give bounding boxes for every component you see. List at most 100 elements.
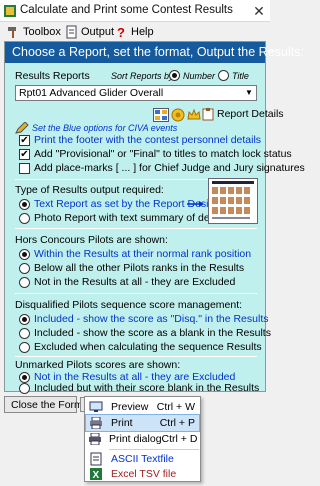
crown-icon[interactable] (187, 108, 201, 122)
option-add-placemarks[interactable]: Add place-marks [ ... ] for Chief Judge … (19, 162, 305, 174)
clipboard-icon (202, 108, 214, 121)
excel-icon: X (88, 467, 104, 481)
menu-item-ascii[interactable]: ASCII Textfile (86, 451, 199, 467)
radio-dot (19, 327, 30, 339)
output-type-label: Type of Results output required: (15, 184, 164, 196)
question-icon: ? (117, 25, 125, 39)
menu-item-print-dialog[interactable]: Print dialog Ctrl + D (86, 431, 199, 447)
app-icon (4, 5, 16, 17)
radio-dot (19, 313, 30, 325)
hors-concours-opt1-label: Within the Results at their normal rank … (34, 248, 252, 260)
hors-concours-label: Hors Concours Pilots are shown: (15, 234, 168, 246)
report-select-value: Rpt01 Advanced Glider Overall (19, 87, 164, 99)
output-popup-menu: Preview Ctrl + W Print Ctrl + P Print di… (84, 396, 201, 482)
output-photo-report[interactable]: Photo Report with text summary of detail… (19, 212, 228, 224)
radio-dot (218, 70, 229, 81)
main-panel: Choose a Report, set the format, Output … (4, 41, 305, 394)
hors-concours-opt2-label: Below all the other Pilots ranks in the … (34, 262, 245, 274)
hors-concours-opt2[interactable]: Below all the other Pilots ranks in the … (19, 262, 244, 274)
hors-concours-opt3-label: Not in the Results at all - they are Exc… (34, 276, 236, 288)
menu-item-excel[interactable]: X Excel TSV file (86, 466, 199, 482)
radio-dot (19, 212, 30, 224)
menu-item-excel-label: Excel TSV file (111, 468, 177, 480)
option-add-provisional-label: Add "Provisional" or "Final" to titles t… (34, 148, 292, 160)
pencil-icon (15, 122, 29, 134)
sort-title-label: Title (232, 70, 249, 81)
disqualified-opt1-label: Included - show the score as "Disq." in … (34, 313, 269, 325)
unmarked-opt2-label: Included but with their score blank in t… (34, 382, 260, 394)
report-details-button[interactable]: Report Details (201, 107, 284, 121)
text-file-icon (88, 452, 104, 466)
option-print-footer-label: Print the footer with the contest person… (34, 134, 262, 146)
divider (15, 356, 257, 357)
radio-dot (19, 276, 30, 288)
disqualified-opt1[interactable]: Included - show the score as "Disq." in … (19, 313, 268, 325)
menu-toolbox[interactable]: Toolbox (6, 23, 61, 40)
radio-dot (19, 262, 30, 274)
checkbox-checked: ✔ (19, 134, 30, 146)
menu-bar: Toolbox Output ? Help (0, 22, 270, 41)
menu-help[interactable]: ? Help (114, 23, 154, 40)
chevron-down-icon: ▼ (245, 88, 253, 97)
checkbox-unchecked (19, 162, 30, 174)
option-add-provisional[interactable]: ✔ Add "Provisional" or "Final" to titles… (19, 148, 292, 160)
radio-dot (169, 70, 180, 81)
results-reports-label: Results Reports (15, 70, 90, 82)
menu-toolbox-label: Toolbox (23, 25, 61, 38)
report-select[interactable]: Rpt01 Advanced Glider Overall ▼ (15, 85, 257, 101)
disqualified-label: Disqualified Pilots sequence score manag… (15, 299, 243, 311)
divider (15, 293, 257, 294)
disqualified-opt3[interactable]: Excluded when calculating the sequence R… (19, 341, 262, 353)
menu-item-print-shortcut: Ctrl + P (159, 417, 195, 429)
menu-separator (109, 449, 199, 450)
menu-help-label: Help (131, 25, 154, 38)
printer-dialog-icon (88, 432, 102, 446)
disqualified-opt2[interactable]: Included - show the score as a blank in … (19, 327, 271, 339)
hors-concours-opt3[interactable]: Not in the Results at all - they are Exc… (19, 276, 235, 288)
close-form-label: Close the Form (11, 398, 83, 411)
sort-number-label: Number (183, 70, 216, 81)
unmarked-label: Unmarked Pilots scores are shown: (15, 359, 181, 371)
svg-text:?: ? (117, 25, 125, 39)
menu-item-preview-label: Preview (111, 401, 149, 413)
radio-dot (19, 248, 30, 260)
sort-number-radio[interactable]: Number (169, 70, 215, 81)
menu-item-preview-shortcut: Ctrl + W (156, 401, 195, 413)
printer-icon (88, 416, 104, 430)
close-form-button[interactable]: Close the Form (4, 396, 83, 413)
hammer-icon (8, 26, 16, 38)
divider (15, 228, 257, 229)
menu-item-print-label: Print (111, 417, 133, 429)
document-icon (66, 25, 77, 38)
panel-header: Choose a Report, set the format, Output … (5, 42, 304, 63)
grid-icon[interactable] (153, 108, 169, 122)
radio-dot (19, 341, 30, 353)
radio-dot (19, 198, 30, 210)
close-window-button[interactable]: ✕ (248, 0, 270, 22)
output-photo-report-label: Photo Report with text summary of detail… (34, 212, 229, 224)
radio-dot (19, 382, 30, 394)
radio-dot (19, 371, 30, 383)
menu-item-preview[interactable]: Preview Ctrl + W (86, 399, 199, 415)
menu-item-print-dialog-shortcut: Ctrl + D (161, 433, 198, 445)
menu-output[interactable]: Output (64, 23, 114, 40)
svg-text:X: X (93, 470, 100, 481)
sort-title-radio[interactable]: Title (218, 70, 249, 81)
unmarked-opt2[interactable]: Included but with their score blank in t… (19, 382, 259, 394)
option-print-footer[interactable]: ✔ Print the footer with the contest pers… (19, 134, 261, 146)
award-icon[interactable] (171, 108, 185, 122)
arrow-right-icon (187, 201, 204, 207)
title-bar: Calculate and Print some Contest Results… (0, 0, 270, 22)
report-preview-image (208, 178, 258, 224)
disqualified-opt3-label: Excluded when calculating the sequence R… (34, 341, 262, 353)
disqualified-opt2-label: Included - show the score as a blank in … (34, 327, 271, 339)
sort-by-label: Sort Reports by: (111, 71, 177, 81)
civa-hint: Set the Blue options for CIVA events (32, 123, 178, 133)
checkbox-checked: ✔ (19, 148, 30, 160)
report-details-label: Report Details (217, 108, 284, 120)
menu-item-print[interactable]: Print Ctrl + P (85, 414, 200, 432)
monitor-icon (88, 400, 104, 414)
menu-item-ascii-label: ASCII Textfile (111, 453, 174, 465)
hors-concours-opt1[interactable]: Within the Results at their normal rank … (19, 248, 251, 260)
window-title: Calculate and Print some Contest Results (20, 4, 233, 16)
